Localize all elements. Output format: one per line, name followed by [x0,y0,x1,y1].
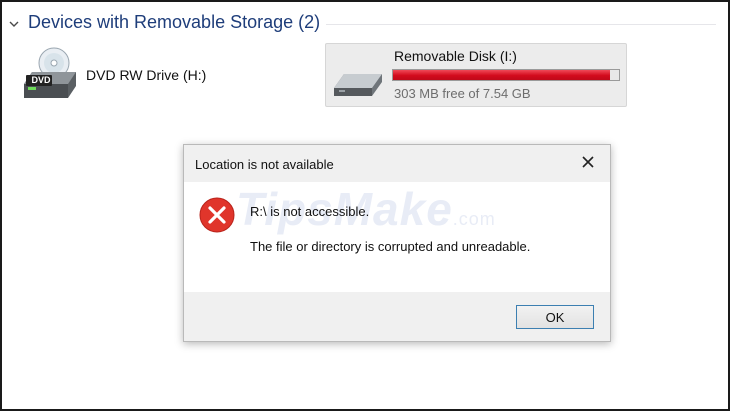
group-title: Devices with Removable Storage (2) [28,12,321,32]
dialog-title: Location is not available [195,157,334,172]
dvd-icon-text: DVD [31,75,51,85]
disk-usage-fill [393,70,610,80]
removable-disk-name: Removable Disk (I:) [394,48,517,64]
ok-button[interactable]: OK [516,305,594,329]
disk-free-text: 303 MB free of 7.54 GB [394,86,531,101]
group-header-removable-storage[interactable]: Devices with Removable Storage (2) [6,12,716,38]
usb-drive-icon [334,74,382,96]
disk-usage-bar [392,69,620,81]
explorer-window: Devices with Removable Storage (2) DVD D… [0,0,730,411]
error-message-detail: The file or directory is corrupted and u… [250,239,531,254]
close-button[interactable] [576,151,600,173]
error-message-path: R:\ is not accessible. [250,204,370,219]
dialog-body: TipsMake.com R:\ is not accessible. The … [184,182,610,292]
chevron-down-icon[interactable] [8,18,20,30]
removable-disk-tile[interactable]: Removable Disk (I:) 303 MB free of 7.54 … [325,43,627,107]
error-dialog: Location is not available TipsMake.com R… [183,144,611,342]
error-icon [199,197,235,233]
dialog-footer: OK [184,293,610,341]
dvd-drive-tile[interactable]: DVD DVD RW Drive (H:) [20,46,280,106]
close-icon [582,156,594,168]
dialog-titlebar[interactable]: Location is not available [184,145,610,181]
watermark-suffix: .com [452,209,496,229]
dvd-drive-label: DVD RW Drive (H:) [86,67,207,83]
group-divider [326,24,716,25]
